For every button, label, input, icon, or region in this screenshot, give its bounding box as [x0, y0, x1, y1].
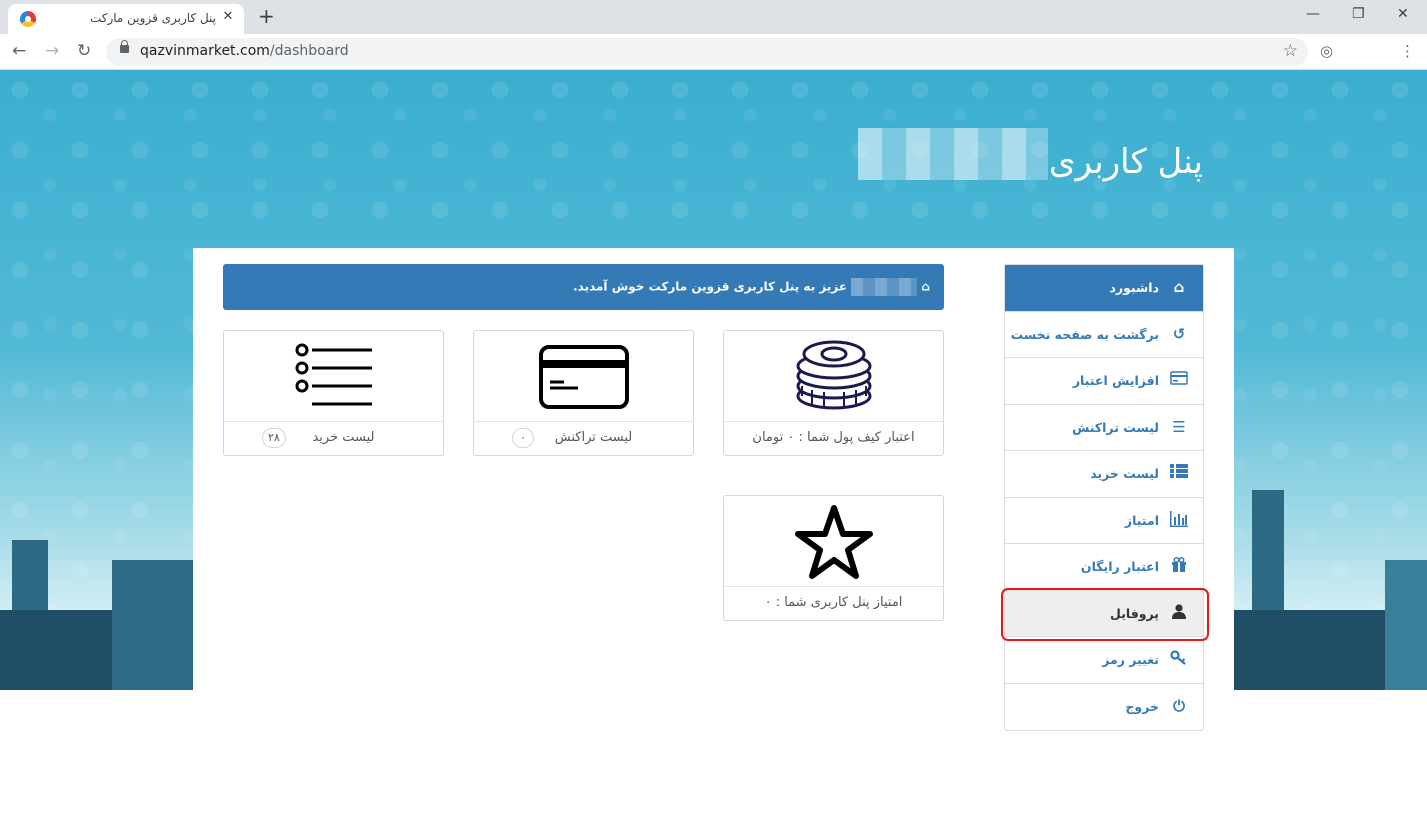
home-icon: ⌂ [921, 279, 930, 294]
skyline-building [0, 610, 130, 690]
sidebar-item-logout[interactable]: ⏻ خروج [1005, 684, 1203, 731]
sidebar-menu: ⌂ داشبورد ↺ برگشت به صفحه نخست افزایش اع… [1004, 264, 1204, 731]
url-text[interactable]: qazvinmarket.com/dashboard [140, 43, 349, 59]
sidebar-item-purchases[interactable]: لیست خرید [1005, 451, 1203, 498]
sidebar-item-free-credit[interactable]: اعتبار رایگان [1005, 544, 1203, 591]
page-title: پنل کاربری [1048, 142, 1203, 182]
welcome-text: عزیز به پنل کاربری قزوین مارکت خوش آمدید… [573, 279, 848, 294]
browser-tabbar: پنل کاربری قزوین مارکت ✕ + — ❐ ✕ [0, 0, 1427, 34]
browser-tab[interactable]: پنل کاربری قزوین مارکت ✕ [8, 4, 244, 34]
menu-icon[interactable]: ⋮ [1400, 42, 1415, 60]
wallet-label: اعتبار کیف پول شما : ۰ تومان [752, 430, 915, 445]
back-icon[interactable]: ← [12, 41, 26, 61]
transactions-badge: ۰ [512, 428, 534, 448]
skyline-building [1385, 560, 1427, 690]
reload-icon[interactable]: ↻ [77, 41, 91, 61]
sidebar-item-add-credit[interactable]: افزایش اعتبار [1005, 358, 1203, 405]
restore-icon[interactable]: ❐ [1352, 6, 1365, 22]
sidebar-item-transactions[interactable]: ☰ لیست تراکنش [1005, 405, 1203, 451]
welcome-banner: ⌂ عزیز به پنل کاربری قزوین مارکت خوش آمد… [223, 264, 944, 310]
main-content: ⌂ عزیز به پنل کاربری قزوین مارکت خوش آمد… [193, 248, 1234, 828]
credit-card-icon [538, 345, 629, 409]
list-icon: ☰ [1172, 417, 1186, 436]
new-tab-icon[interactable]: + [258, 4, 275, 28]
th-list-icon [1169, 464, 1189, 482]
sidebar-item-dashboard[interactable]: ⌂ داشبورد [1005, 265, 1203, 312]
points-label: امتیاز پنل کاربری شما : ۰ [764, 595, 903, 610]
power-icon: ⏻ [1173, 696, 1185, 715]
points-card[interactable]: امتیاز پنل کاربری شما : ۰ [723, 495, 944, 621]
browser-toolbar: ← → ↻ qazvinmarket.com/dashboard ☆ ◎ ⋮ [0, 34, 1427, 70]
undo-icon: ↺ [1172, 324, 1186, 343]
favicon-icon [20, 11, 36, 27]
sidebar-item-back-home[interactable]: ↺ برگشت به صفحه نخست [1005, 312, 1203, 358]
lock-icon [120, 40, 129, 53]
incognito-icon[interactable]: ◎ [1320, 42, 1333, 60]
forward-icon[interactable]: → [45, 41, 59, 61]
skyline-building [112, 560, 194, 690]
tab-title: پنل کاربری قزوین مارکت [89, 11, 216, 25]
wallet-card[interactable]: اعتبار کیف پول شما : ۰ تومان [723, 330, 944, 456]
transactions-label: لیست تراکنش [554, 430, 633, 445]
bar-chart-icon [1169, 510, 1189, 529]
purchases-badge: ۲۸ [262, 428, 286, 448]
transactions-card[interactable]: لیست تراکنش ۰ [473, 330, 694, 456]
window-close-icon[interactable]: ✕ [1397, 6, 1409, 22]
minimize-icon[interactable]: — [1306, 6, 1320, 22]
address-bar[interactable]: qazvinmarket.com/dashboard ☆ [106, 38, 1308, 66]
sidebar-item-change-password[interactable]: تغییر رمز [1005, 637, 1203, 684]
home-icon: ⌂ [1173, 278, 1185, 296]
page: پنل کاربری ⌂ عزیز به پنل کاربری قزوین ما… [0, 70, 1427, 828]
star-icon[interactable]: ☆ [1283, 41, 1298, 61]
coins-icon [796, 340, 871, 410]
key-icon [1169, 650, 1189, 668]
sidebar-item-points[interactable]: امتیاز [1005, 498, 1203, 544]
profile-highlight [1001, 588, 1209, 641]
close-icon[interactable]: ✕ [220, 9, 236, 24]
purchases-label: لیست خرید [312, 430, 375, 445]
blurred-username [851, 278, 918, 296]
star-icon [794, 505, 873, 579]
purchases-card[interactable]: لیست خرید ۲۸ [223, 330, 444, 456]
gift-icon [1169, 557, 1189, 575]
blurred-username [858, 128, 1048, 180]
list-icon [295, 343, 372, 406]
credit-card-icon [1169, 371, 1189, 389]
